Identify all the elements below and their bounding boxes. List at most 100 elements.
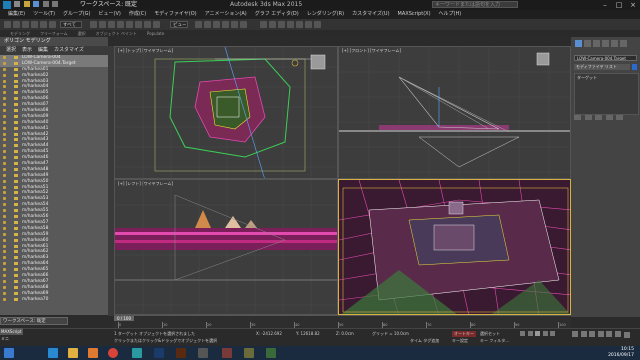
ribbon-current-panel[interactable]: ポリゴン モデリング xyxy=(0,37,108,46)
next-frame-icon[interactable] xyxy=(542,331,548,336)
toolbar-tool-icon[interactable] xyxy=(117,21,124,28)
toolbar-tool-icon[interactable] xyxy=(240,21,247,28)
visibility-icon[interactable] xyxy=(3,285,6,289)
visibility-icon[interactable] xyxy=(3,120,6,124)
toolbar-tool-icon[interactable] xyxy=(40,21,47,28)
previous-frame-icon[interactable] xyxy=(527,331,533,336)
menu-item[interactable]: グループ(G) xyxy=(63,10,90,19)
visibility-icon[interactable] xyxy=(3,191,6,195)
windows-start-icon[interactable] xyxy=(4,348,14,358)
app-logo-icon[interactable] xyxy=(3,1,11,9)
visibility-icon[interactable] xyxy=(3,273,6,277)
zoom-all-icon[interactable] xyxy=(580,331,587,337)
visibility-icon[interactable] xyxy=(3,185,6,189)
viewport-top[interactable]: [+] [トップ] [ワイヤフレーム] xyxy=(114,46,338,179)
set-key-button[interactable]: キー設定 xyxy=(452,338,468,344)
coord-x[interactable]: X: -2412.692 xyxy=(256,331,282,336)
menu-item[interactable]: モディファイヤ(O) xyxy=(154,10,196,19)
visibility-icon[interactable] xyxy=(3,268,6,272)
toolbar-tool-icon[interactable] xyxy=(222,21,229,28)
app-icon[interactable] xyxy=(244,348,254,358)
view-coordinate-dropdown[interactable]: ビュー xyxy=(170,21,188,28)
visibility-icon[interactable] xyxy=(3,150,6,154)
maximize-button[interactable]: □ xyxy=(612,0,626,10)
toolbar-tool-icon[interactable] xyxy=(287,21,294,28)
add-time-tag-button[interactable]: タイム タグ追加 xyxy=(410,338,439,344)
auto-key-button[interactable]: オートキー xyxy=(452,331,476,337)
selection-filter-dropdown[interactable]: すべて xyxy=(60,21,82,28)
toolbar-tool-icon[interactable] xyxy=(278,21,285,28)
visibility-icon[interactable] xyxy=(3,56,6,59)
app-icon[interactable] xyxy=(222,348,232,358)
create-tab-icon[interactable] xyxy=(575,40,582,47)
toolbar-tool-icon[interactable] xyxy=(195,21,202,28)
visibility-icon[interactable] xyxy=(3,144,6,148)
close-button[interactable]: × xyxy=(626,0,640,10)
visibility-icon[interactable] xyxy=(3,138,6,142)
coord-z[interactable]: Z: 0.0cm xyxy=(336,331,354,336)
menu-item[interactable]: MAXScript(X) xyxy=(398,10,431,19)
toolbar-tool-icon[interactable] xyxy=(231,21,238,28)
visibility-icon[interactable] xyxy=(3,173,6,177)
visibility-icon[interactable] xyxy=(3,67,6,71)
timeline[interactable]: 0 / 100 0 10 20 30 40 50 60 70 80 90 100 xyxy=(114,315,571,329)
visibility-icon[interactable] xyxy=(3,91,6,95)
scene-explorer-tab[interactable]: 編集 xyxy=(38,46,48,55)
toolbar-tool-icon[interactable] xyxy=(314,21,321,28)
visibility-icon[interactable] xyxy=(3,109,6,113)
visibility-icon[interactable] xyxy=(3,79,6,83)
visibility-icon[interactable] xyxy=(3,179,6,183)
scene-explorer-tab[interactable]: 選択 xyxy=(6,46,16,55)
explorer-icon[interactable] xyxy=(68,348,78,358)
menu-item[interactable]: 作成(C) xyxy=(129,10,146,19)
coord-y[interactable]: Y: 12618.82 xyxy=(296,331,320,336)
toolbar-tool-icon[interactable] xyxy=(269,21,276,28)
vray-icon[interactable] xyxy=(198,348,208,358)
menu-item[interactable]: 編集(E) xyxy=(8,10,25,19)
menu-item[interactable]: レンダリング(R) xyxy=(307,10,344,19)
toolbar-tool-icon[interactable] xyxy=(260,21,267,28)
visibility-icon[interactable] xyxy=(3,297,6,301)
photoshop-icon[interactable] xyxy=(154,348,164,358)
configure-sets-icon[interactable] xyxy=(616,115,624,120)
ie-icon[interactable] xyxy=(48,348,58,358)
toolbar-tool-icon[interactable] xyxy=(90,21,97,28)
visibility-icon[interactable] xyxy=(3,126,6,130)
visibility-icon[interactable] xyxy=(3,197,6,201)
visibility-icon[interactable] xyxy=(3,262,6,266)
minimize-button[interactable]: – xyxy=(598,0,612,10)
visibility-icon[interactable] xyxy=(3,226,6,230)
visibility-icon[interactable] xyxy=(3,209,6,213)
visibility-icon[interactable] xyxy=(3,103,6,107)
menu-item[interactable]: ビュー(V) xyxy=(99,10,121,19)
toolbar-tool-icon[interactable] xyxy=(204,21,211,28)
system-clock[interactable]: 10:15 2016/09/17 xyxy=(608,347,634,359)
orbit-icon[interactable] xyxy=(614,331,621,337)
time-slider[interactable]: 0 / 100 xyxy=(114,316,134,321)
visibility-icon[interactable] xyxy=(3,97,6,101)
visibility-icon[interactable] xyxy=(3,61,6,65)
pan-icon[interactable] xyxy=(606,331,613,337)
visibility-icon[interactable] xyxy=(3,114,6,118)
workspace-dropdown[interactable]: ワークスペース: 既定 xyxy=(80,0,137,10)
visibility-icon[interactable] xyxy=(3,162,6,166)
toolbar-tool-icon[interactable] xyxy=(49,21,56,28)
go-to-start-icon[interactable] xyxy=(520,331,525,336)
pin-stack-icon[interactable] xyxy=(574,115,581,120)
toolbar-tool-icon[interactable] xyxy=(135,21,142,28)
ribbon-tab[interactable]: Populate xyxy=(147,30,164,37)
visibility-icon[interactable] xyxy=(3,85,6,89)
selection-set-dropdown[interactable]: 選択セット xyxy=(480,331,500,337)
motion-tab-icon[interactable] xyxy=(602,40,609,47)
open-icon[interactable] xyxy=(23,1,30,7)
ribbon-tab[interactable]: オブジェクト ペイント xyxy=(96,30,137,37)
illustrator-icon[interactable] xyxy=(176,348,186,358)
3dsmax-icon[interactable] xyxy=(132,348,142,358)
remove-modifier-icon[interactable] xyxy=(605,115,613,120)
zoom-icon[interactable] xyxy=(572,331,578,337)
visibility-icon[interactable] xyxy=(3,167,6,171)
visibility-icon[interactable] xyxy=(3,250,6,254)
scene-explorer-tab[interactable]: カスタマイズ xyxy=(54,46,84,55)
maximize-viewport-icon[interactable] xyxy=(623,332,630,338)
utilities-tab-icon[interactable] xyxy=(620,40,627,47)
